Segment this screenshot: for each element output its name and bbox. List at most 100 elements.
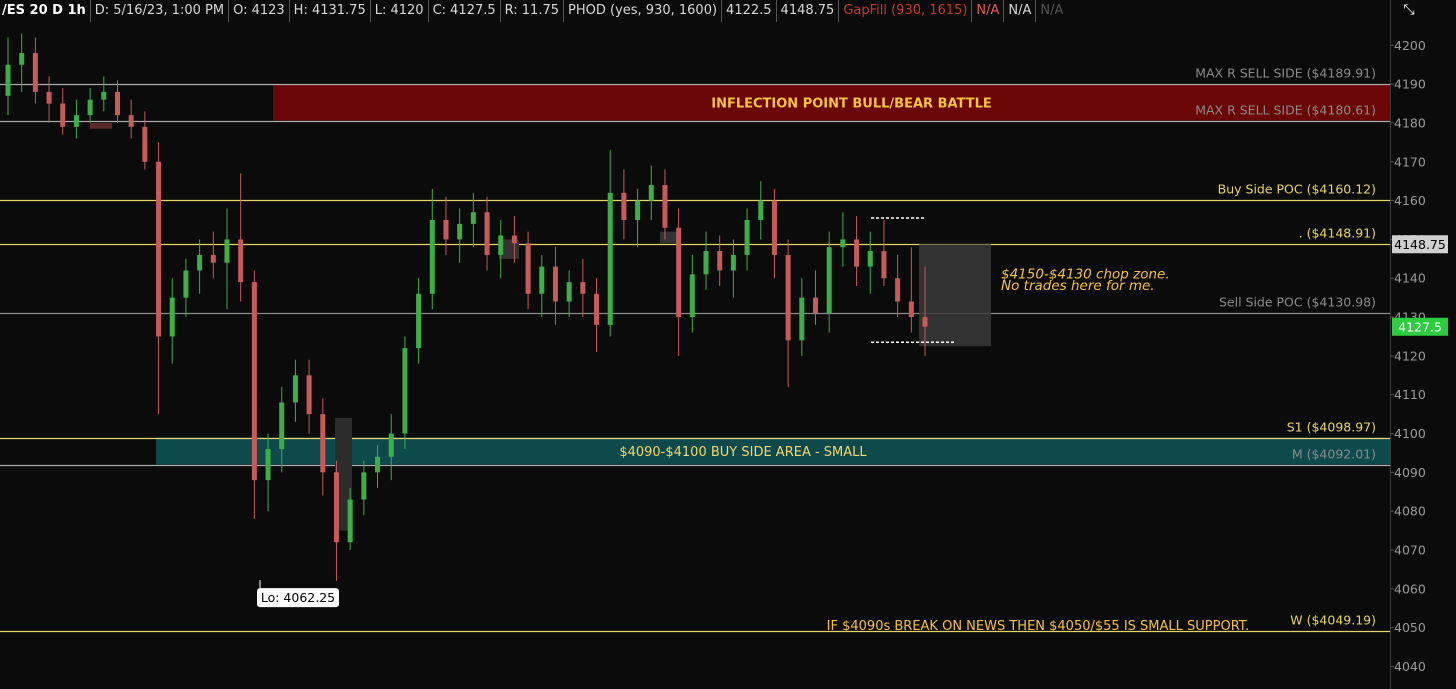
high-value: H: 4131.75 bbox=[290, 0, 371, 22]
y-tick-label: 4100 bbox=[1394, 426, 1426, 441]
candle-body bbox=[238, 239, 244, 283]
zone-label: $4090-$4100 BUY SIDE AREA - SMALL bbox=[619, 445, 867, 460]
y-tick-label: 4160 bbox=[1394, 193, 1426, 208]
candle-body bbox=[87, 99, 93, 116]
candle-body bbox=[46, 91, 52, 104]
candle-body bbox=[292, 375, 298, 403]
y-tick-label: 4070 bbox=[1394, 543, 1426, 558]
candle-body bbox=[279, 402, 285, 450]
y-tick-label: 4050 bbox=[1394, 620, 1426, 635]
level-label: MAX R SELL SIDE ($4189.91) bbox=[1195, 66, 1376, 81]
open-value: O: 4123 bbox=[229, 0, 290, 22]
candle-body bbox=[429, 220, 435, 294]
level-label: Sell Side POC ($4130.98) bbox=[1219, 295, 1376, 310]
candle-body bbox=[854, 239, 860, 267]
price-tag-label: 4127.5 bbox=[1398, 319, 1442, 334]
level-label: Buy Side POC ($4160.12) bbox=[1218, 182, 1376, 197]
na-value-1: N/A bbox=[972, 0, 1005, 22]
candle-body bbox=[607, 192, 613, 325]
y-tick-label: 4080 bbox=[1394, 504, 1426, 519]
candle-body bbox=[635, 200, 641, 220]
zone-label: INFLECTION POINT BULL/BEAR BATTLE bbox=[711, 97, 991, 112]
y-tick-label: 4200 bbox=[1394, 38, 1426, 53]
candle-body bbox=[361, 472, 367, 500]
level-label: W ($4049.19) bbox=[1290, 613, 1376, 628]
study-value-2: 4148.75 bbox=[777, 0, 840, 22]
y-tick-label: 4110 bbox=[1394, 387, 1426, 402]
candle-body bbox=[840, 239, 846, 248]
candle-body bbox=[676, 227, 682, 318]
candle-body bbox=[744, 220, 750, 255]
candle-body bbox=[552, 266, 558, 302]
candle-body bbox=[662, 185, 668, 228]
y-tick-label: 4120 bbox=[1394, 348, 1426, 363]
candle-body bbox=[101, 91, 107, 100]
candle-body bbox=[730, 254, 736, 271]
candle-body bbox=[375, 456, 381, 473]
candle-body bbox=[19, 53, 25, 65]
candle-body bbox=[689, 274, 695, 318]
candle-body bbox=[771, 200, 777, 255]
candle-body bbox=[197, 254, 203, 271]
shade-box bbox=[90, 122, 112, 129]
level-label: M ($4092.01) bbox=[1292, 447, 1376, 462]
range-value: R: 11.75 bbox=[501, 0, 565, 22]
candle-body bbox=[566, 282, 572, 302]
low-label: Lo: 4062.25 bbox=[261, 590, 335, 605]
candle-body bbox=[813, 297, 819, 314]
candle-body bbox=[648, 185, 654, 201]
candle-body bbox=[306, 375, 312, 415]
y-tick-label: 4060 bbox=[1394, 581, 1426, 596]
candle-body bbox=[621, 192, 627, 220]
candle-body bbox=[525, 243, 531, 294]
candle-body bbox=[73, 115, 79, 127]
candle-body bbox=[443, 220, 449, 240]
y-tick-label: 4090 bbox=[1394, 465, 1426, 480]
candle-body bbox=[539, 266, 545, 294]
chop-zone-note: No trades here for me. bbox=[1001, 278, 1155, 294]
drawing-tool-icon[interactable]: ⤡ bbox=[1398, 2, 1420, 22]
candle-body bbox=[128, 115, 134, 127]
candle-body bbox=[594, 293, 600, 325]
candle-body bbox=[470, 212, 476, 224]
candle-body bbox=[402, 348, 408, 434]
candle-body bbox=[183, 270, 189, 298]
phod-study[interactable]: PHOD (yes, 930, 1600) bbox=[564, 0, 723, 22]
candle-body bbox=[265, 449, 271, 481]
candle-body bbox=[224, 239, 230, 263]
y-tick-label: 4040 bbox=[1394, 659, 1426, 674]
candle-body bbox=[169, 297, 175, 337]
candle-body bbox=[60, 103, 66, 127]
candle-body bbox=[867, 251, 873, 267]
price-tag-label: 4148.75 bbox=[1394, 237, 1446, 252]
candle-body bbox=[484, 212, 490, 255]
symbol-label[interactable]: /ES 20 D 1h bbox=[0, 0, 91, 22]
candle-body bbox=[457, 223, 463, 240]
date-label: D: 5/16/23, 1:00 PM bbox=[91, 0, 230, 22]
candle-body bbox=[758, 200, 764, 220]
study-value-1: 4122.5 bbox=[722, 0, 777, 22]
candle-body bbox=[142, 126, 148, 162]
candle-body bbox=[511, 235, 517, 244]
na-value-2: N/A bbox=[1004, 0, 1037, 22]
gapfill-study[interactable]: GapFill (930, 1615) bbox=[839, 0, 973, 22]
y-tick-label: 4180 bbox=[1394, 115, 1426, 130]
candle-body bbox=[5, 64, 11, 96]
support-note: IF $4090s BREAK ON NEWS THEN $4050/$55 I… bbox=[827, 619, 1250, 634]
candle-body bbox=[156, 161, 162, 337]
candle-body bbox=[251, 282, 257, 481]
price-chart[interactable]: INFLECTION POINT BULL/BEAR BATTLE $4090-$… bbox=[0, 0, 1456, 689]
level-label: . ($4148.91) bbox=[1299, 226, 1376, 241]
candle-body bbox=[799, 297, 805, 341]
candle-body bbox=[881, 251, 887, 279]
candle-body bbox=[826, 247, 832, 314]
low-value: L: 4120 bbox=[371, 0, 429, 22]
candle-body bbox=[32, 53, 38, 92]
chop-zone-box bbox=[919, 244, 991, 347]
y-tick-label: 4170 bbox=[1394, 154, 1426, 169]
candle-body bbox=[895, 278, 901, 302]
candle-body bbox=[580, 282, 586, 294]
candle-body bbox=[717, 251, 723, 271]
chart-header: /ES 20 D 1h D: 5/16/23, 1:00 PM O: 4123 … bbox=[0, 0, 1068, 22]
candle-body bbox=[333, 472, 339, 543]
